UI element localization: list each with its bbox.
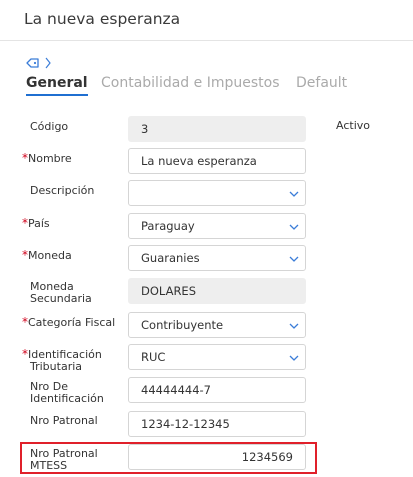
breadcrumb[interactable] <box>26 54 51 73</box>
nro-patronal-mtess-input[interactable]: 1234569 <box>128 444 306 470</box>
chevron-down-icon <box>289 188 299 202</box>
page-title: La nueva esperanza <box>24 10 181 28</box>
chevron-down-icon <box>289 352 299 366</box>
nro-identificacion-label: Nro De Identificación <box>30 380 104 405</box>
identificacion-tributaria-select[interactable]: RUC <box>128 344 306 370</box>
status-label: Activo <box>336 119 370 132</box>
header-divider <box>0 40 413 41</box>
nro-patronal-mtess-label: Nro Patronal MTESS <box>30 447 98 472</box>
pais-select[interactable]: Paraguay <box>128 213 306 239</box>
nombre-label: *Nombre <box>22 151 72 165</box>
tab-general[interactable]: General <box>26 75 88 96</box>
nro-patronal-input[interactable]: 1234-12-12345 <box>128 411 306 437</box>
moneda-select[interactable]: Guaranies <box>128 245 306 271</box>
codigo-label: Código <box>30 120 69 133</box>
descripcion-select[interactable] <box>128 180 306 206</box>
nro-patronal-label: Nro Patronal <box>30 414 98 427</box>
identificacion-tributaria-label: *Identificación Tributaria <box>22 347 102 373</box>
pais-label: *País <box>22 216 50 230</box>
tab-bar: General Contabilidad e Impuestos Default <box>24 75 413 99</box>
descripcion-label: Descripción <box>30 184 95 197</box>
categoria-fiscal-label: *Categoría Fiscal <box>22 315 116 329</box>
breadcrumb-separator-icon <box>45 54 51 73</box>
chevron-down-icon <box>289 221 299 235</box>
tab-default[interactable]: Default <box>296 75 347 91</box>
moneda-secundaria-field: DOLARES <box>128 278 306 304</box>
codigo-field: 3 <box>128 116 306 142</box>
categoria-fiscal-select[interactable]: Contribuyente <box>128 312 306 338</box>
tag-icon[interactable] <box>26 54 40 73</box>
nombre-input[interactable]: La nueva esperanza <box>128 148 306 174</box>
nro-identificacion-input[interactable]: 44444444-7 <box>128 377 306 403</box>
moneda-secundaria-label: Moneda Secundaria <box>30 280 92 305</box>
tab-contabilidad-impuestos[interactable]: Contabilidad e Impuestos <box>101 75 280 91</box>
chevron-down-icon <box>289 320 299 334</box>
moneda-label: *Moneda <box>22 248 72 262</box>
chevron-down-icon <box>289 253 299 267</box>
